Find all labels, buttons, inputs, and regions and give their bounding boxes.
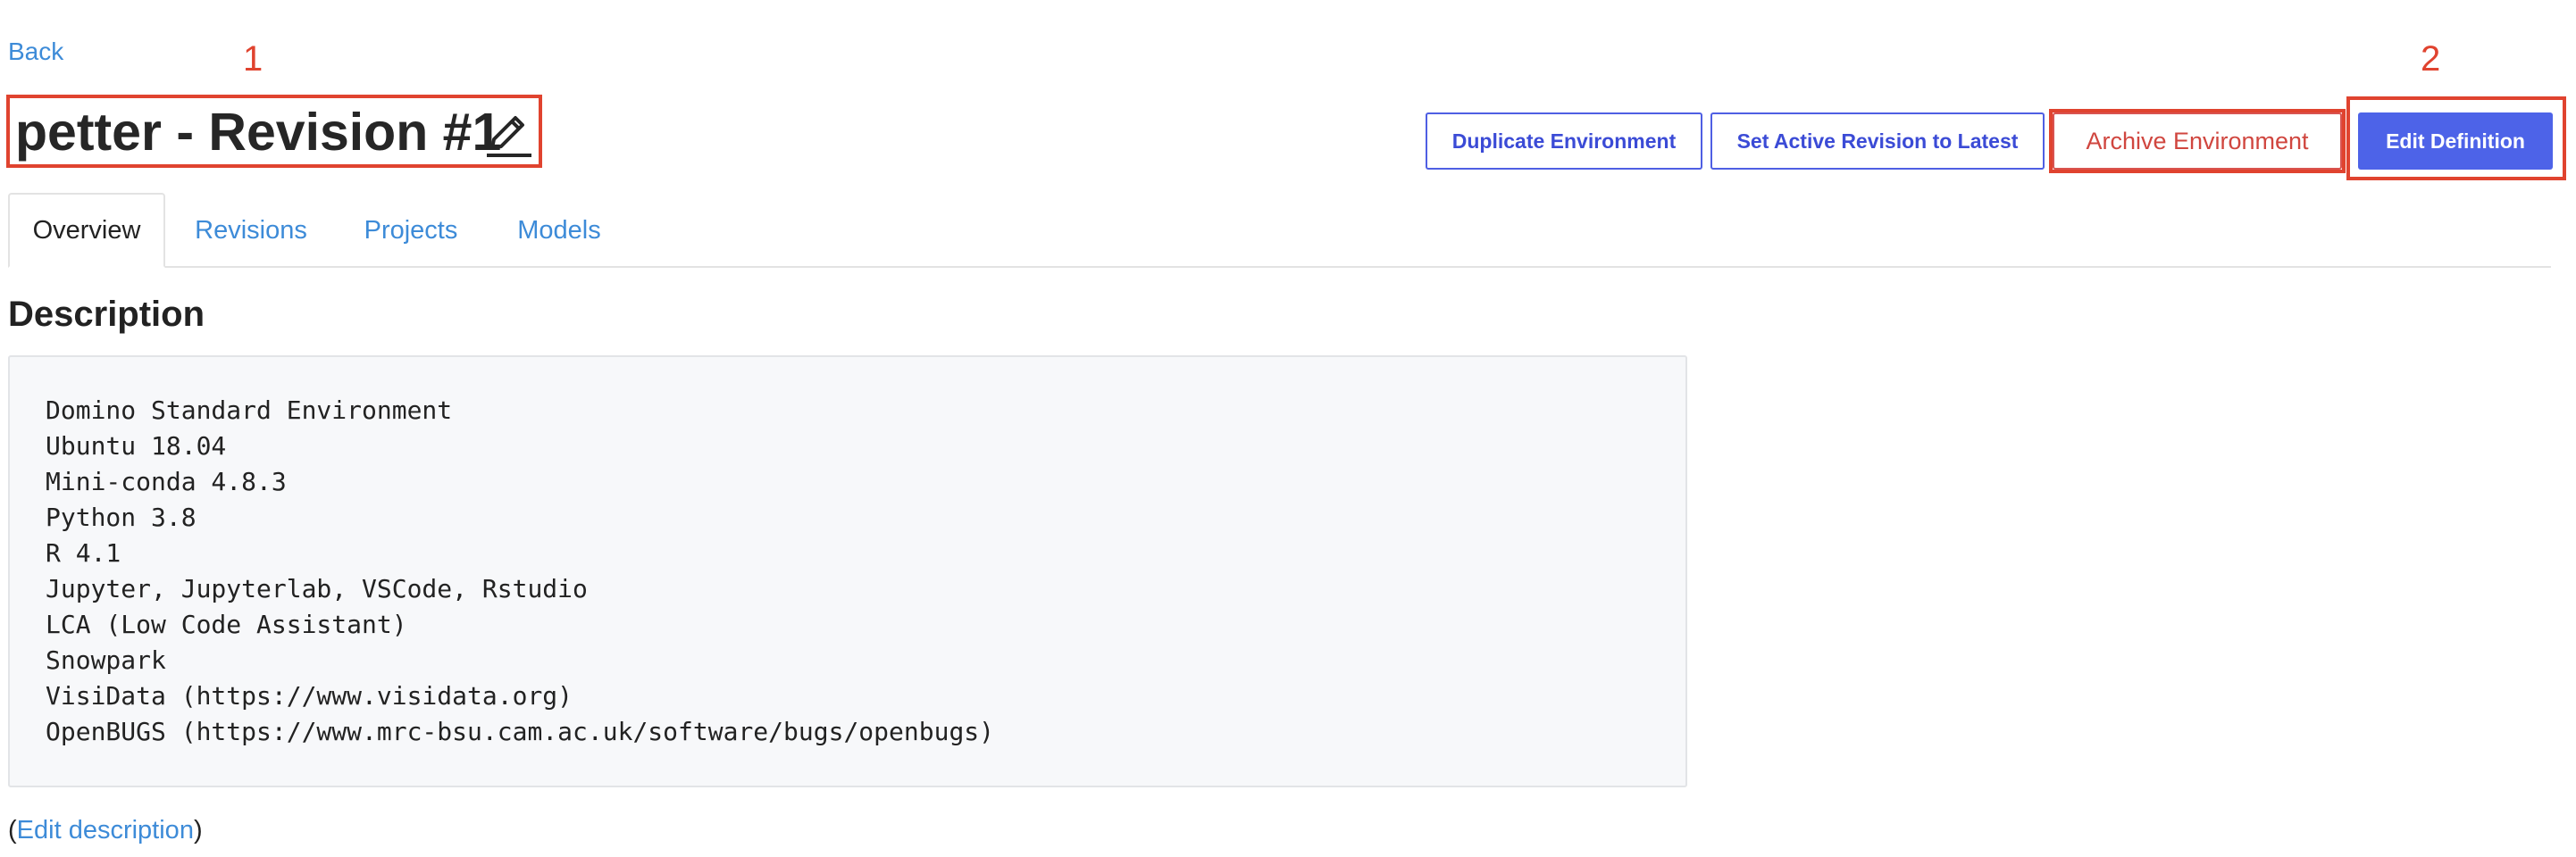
tab-models[interactable]: Models bbox=[493, 193, 625, 268]
edit-description-close-paren: ) bbox=[193, 816, 203, 845]
description-line: LCA (Low Code Assistant) bbox=[46, 610, 407, 639]
annotation-marker-2: 2 bbox=[2421, 39, 2441, 79]
duplicate-environment-button[interactable]: Duplicate Environment bbox=[1426, 112, 1702, 170]
edit-description-link[interactable]: Edit description bbox=[17, 816, 194, 845]
archive-annotation-frame bbox=[2049, 109, 2346, 173]
page-title: petter - Revision #1 bbox=[15, 103, 502, 162]
set-active-revision-button[interactable]: Set Active Revision to Latest bbox=[1710, 112, 2045, 170]
tab-overview[interactable]: Overview bbox=[8, 193, 165, 268]
edit-description-row: (Edit description) bbox=[8, 816, 203, 845]
edit-definition-annotation-frame bbox=[2346, 96, 2566, 180]
description-panel: Domino Standard Environment Ubuntu 18.04… bbox=[8, 355, 1687, 787]
description-line: Domino Standard Environment bbox=[46, 395, 453, 425]
description-line: Snowpark bbox=[46, 645, 166, 675]
edit-description-open-paren: ( bbox=[8, 816, 17, 845]
annotation-marker-1: 1 bbox=[243, 39, 263, 79]
description-line: VisiData (https://www.visidata.org) bbox=[46, 681, 573, 711]
description-line: Mini-conda 4.8.3 bbox=[46, 467, 287, 496]
description-line: R 4.1 bbox=[46, 538, 121, 568]
tab-revisions[interactable]: Revisions bbox=[175, 193, 327, 268]
description-line: Ubuntu 18.04 bbox=[46, 431, 227, 461]
tab-projects[interactable]: Projects bbox=[338, 193, 484, 268]
description-line: OpenBUGS (https://www.mrc-bsu.cam.ac.uk/… bbox=[46, 717, 995, 746]
description-line: Python 3.8 bbox=[46, 503, 197, 532]
back-link[interactable]: Back bbox=[8, 37, 63, 66]
description-line: Jupyter, Jupyterlab, VSCode, Rstudio bbox=[46, 574, 588, 603]
description-heading: Description bbox=[8, 295, 205, 334]
pencil-icon[interactable] bbox=[483, 105, 533, 159]
